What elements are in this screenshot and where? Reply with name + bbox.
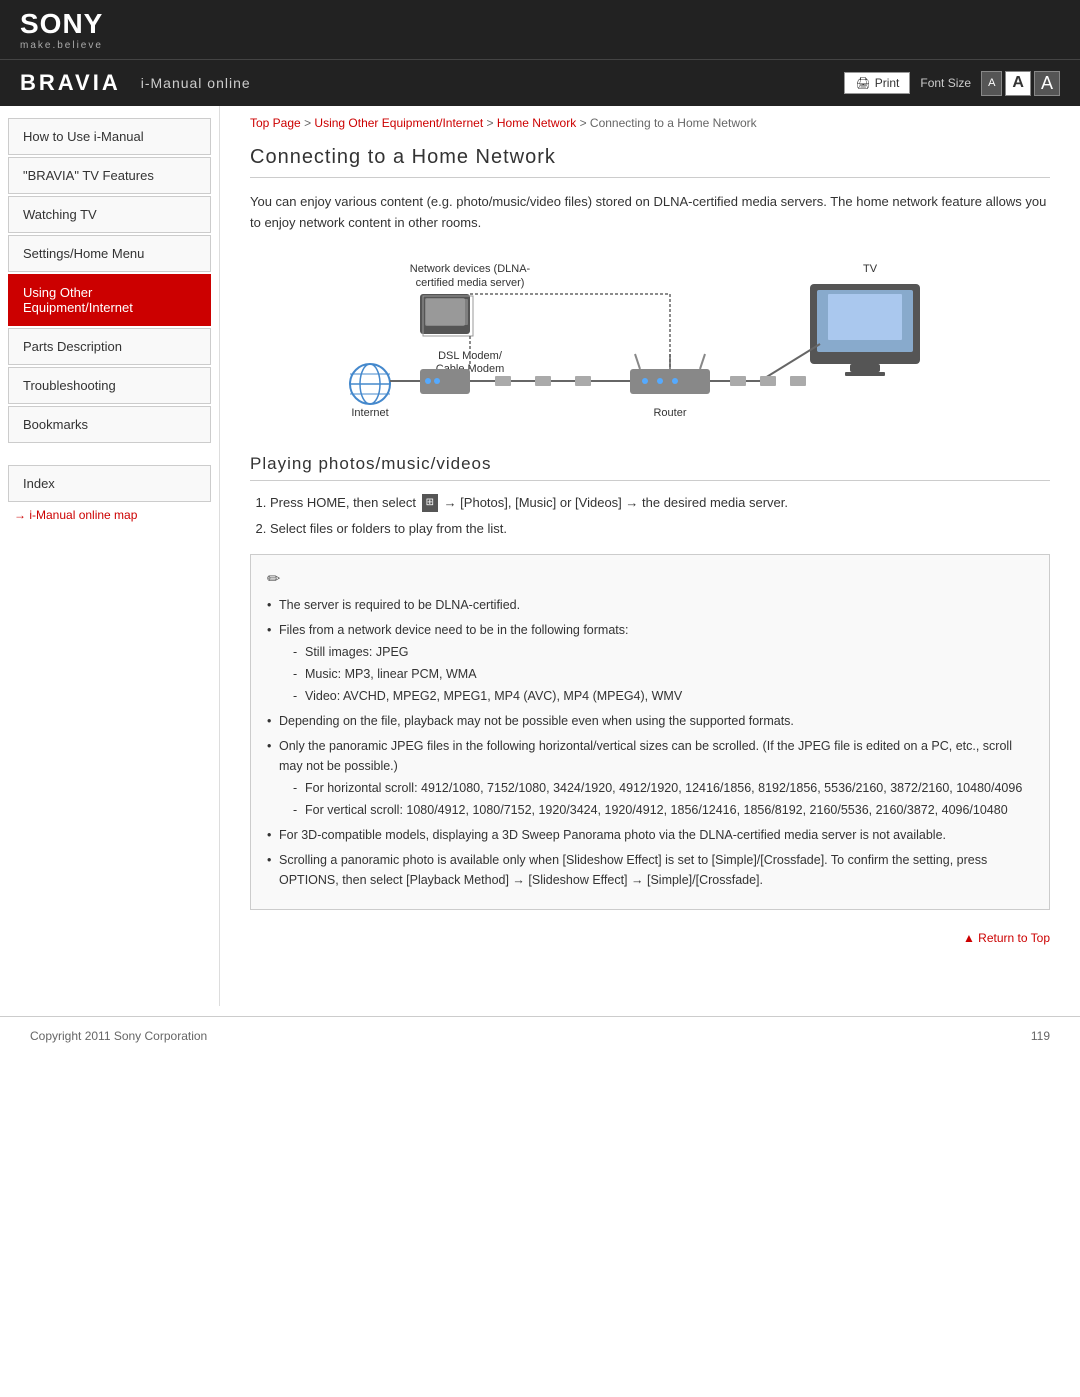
font-size-controls: A A A xyxy=(981,71,1060,96)
note-item-2: Files from a network device need to be i… xyxy=(267,620,1033,706)
sidebar-item-bravia-features[interactable]: "BRAVIA" TV Features xyxy=(8,157,211,194)
sidebar-item-using-other[interactable]: Using Other Equipment/Internet xyxy=(8,274,211,326)
note-sublist-4: For horizontal scroll: 4912/1080, 7152/1… xyxy=(279,778,1033,820)
sidebar: How to Use i-Manual "BRAVIA" TV Features… xyxy=(0,106,220,1006)
steps-list: Press HOME, then select ⊞ → [Photos], [M… xyxy=(270,493,1050,541)
copyright: Copyright 2011 Sony Corporation xyxy=(30,1029,207,1043)
header: SONY make.believe xyxy=(0,0,1080,59)
sidebar-item-parts[interactable]: Parts Description xyxy=(8,328,211,365)
note-subitem-2-2: Music: MP3, linear PCM, WMA xyxy=(293,664,1033,684)
font-size-label: Font Size xyxy=(920,76,971,90)
printer-icon: 🖨 xyxy=(855,76,870,90)
sidebar-item-troubleshooting[interactable]: Troubleshooting xyxy=(8,367,211,404)
return-top-link[interactable]: Return to Top xyxy=(963,931,1050,945)
svg-text:TV: TV xyxy=(863,263,878,275)
bravia-logo: BRAVIA xyxy=(20,70,121,96)
bravia-title-group: BRAVIA i-Manual online xyxy=(20,70,251,96)
sidebar-item-watching[interactable]: Watching TV xyxy=(8,196,211,233)
breadcrumb: Top Page > Using Other Equipment/Interne… xyxy=(250,116,1050,130)
font-medium-button[interactable]: A xyxy=(1005,71,1031,96)
breadcrumb-current: Connecting to a Home Network xyxy=(590,116,757,130)
note-subitem-2-3: Video: AVCHD, MPEG2, MPEG1, MP4 (AVC), M… xyxy=(293,686,1033,706)
sony-tagline: make.believe xyxy=(20,40,103,51)
intro-text: You can enjoy various content (e.g. phot… xyxy=(250,192,1050,234)
section2-title: Playing photos/music/videos xyxy=(250,454,1050,481)
step-2: Select files or folders to play from the… xyxy=(270,519,1050,540)
note-icon: ✏ xyxy=(267,569,1033,589)
svg-text:Internet: Internet xyxy=(351,407,388,419)
note-item-3: Depending on the file, playback may not … xyxy=(267,711,1033,731)
print-button[interactable]: 🖨 Print xyxy=(844,72,910,94)
page-title: Connecting to a Home Network xyxy=(250,146,1050,178)
svg-text:certified media server): certified media server) xyxy=(416,277,525,289)
note-item-4: Only the panoramic JPEG files in the fol… xyxy=(267,736,1033,820)
sony-logo: SONY xyxy=(20,8,103,40)
main-container: How to Use i-Manual "BRAVIA" TV Features… xyxy=(0,106,1080,1006)
home-icon: ⊞ xyxy=(422,494,438,512)
svg-text:Network devices (DLNA-: Network devices (DLNA- xyxy=(410,263,531,275)
sidebar-item-bookmarks[interactable]: Bookmarks xyxy=(8,406,211,443)
content-area: Top Page > Using Other Equipment/Interne… xyxy=(220,106,1080,1006)
return-top: Return to Top xyxy=(250,930,1050,945)
footer: Copyright 2011 Sony Corporation 119 xyxy=(0,1016,1080,1055)
sidebar-item-how-to-use[interactable]: How to Use i-Manual xyxy=(8,118,211,155)
bravia-bar: BRAVIA i-Manual online 🖨 Print Font Size… xyxy=(0,59,1080,106)
imanual-text: i-Manual online xyxy=(141,75,251,91)
note-item-5: For 3D-compatible models, displaying a 3… xyxy=(267,825,1033,845)
font-small-button[interactable]: A xyxy=(981,71,1002,96)
svg-text:Router: Router xyxy=(653,407,686,419)
sidebar-item-index[interactable]: Index xyxy=(8,465,211,502)
sony-branding: SONY make.believe xyxy=(20,8,103,51)
breadcrumb-home-network[interactable]: Home Network xyxy=(497,116,576,130)
page-number: 119 xyxy=(1031,1029,1050,1043)
network-diagram-svg: Network devices (DLNA- certified media s… xyxy=(340,254,960,434)
note-item-6: Scrolling a panoramic photo is available… xyxy=(267,850,1033,890)
note-list: The server is required to be DLNA-certif… xyxy=(267,595,1033,890)
font-large-button[interactable]: A xyxy=(1034,71,1060,96)
note-sublist-2: Still images: JPEG Music: MP3, linear PC… xyxy=(279,642,1033,706)
step-1: Press HOME, then select ⊞ → [Photos], [M… xyxy=(270,493,1050,514)
sidebar-item-settings[interactable]: Settings/Home Menu xyxy=(8,235,211,272)
note-subitem-2-1: Still images: JPEG xyxy=(293,642,1033,662)
network-diagram: Network devices (DLNA- certified media s… xyxy=(250,254,1050,434)
note-item-1: The server is required to be DLNA-certif… xyxy=(267,595,1033,615)
bravia-controls: 🖨 Print Font Size A A A xyxy=(844,71,1060,96)
breadcrumb-using-other[interactable]: Using Other Equipment/Internet xyxy=(314,116,483,130)
note-box: ✏ The server is required to be DLNA-cert… xyxy=(250,554,1050,910)
sidebar-divider xyxy=(0,445,219,457)
note-subitem-4-2: For vertical scroll: 1080/4912, 1080/715… xyxy=(293,800,1033,820)
breadcrumb-top[interactable]: Top Page xyxy=(250,116,301,130)
imanual-map-link[interactable]: i-Manual online map xyxy=(14,508,205,522)
note-subitem-4-1: For horizontal scroll: 4912/1080, 7152/1… xyxy=(293,778,1033,798)
